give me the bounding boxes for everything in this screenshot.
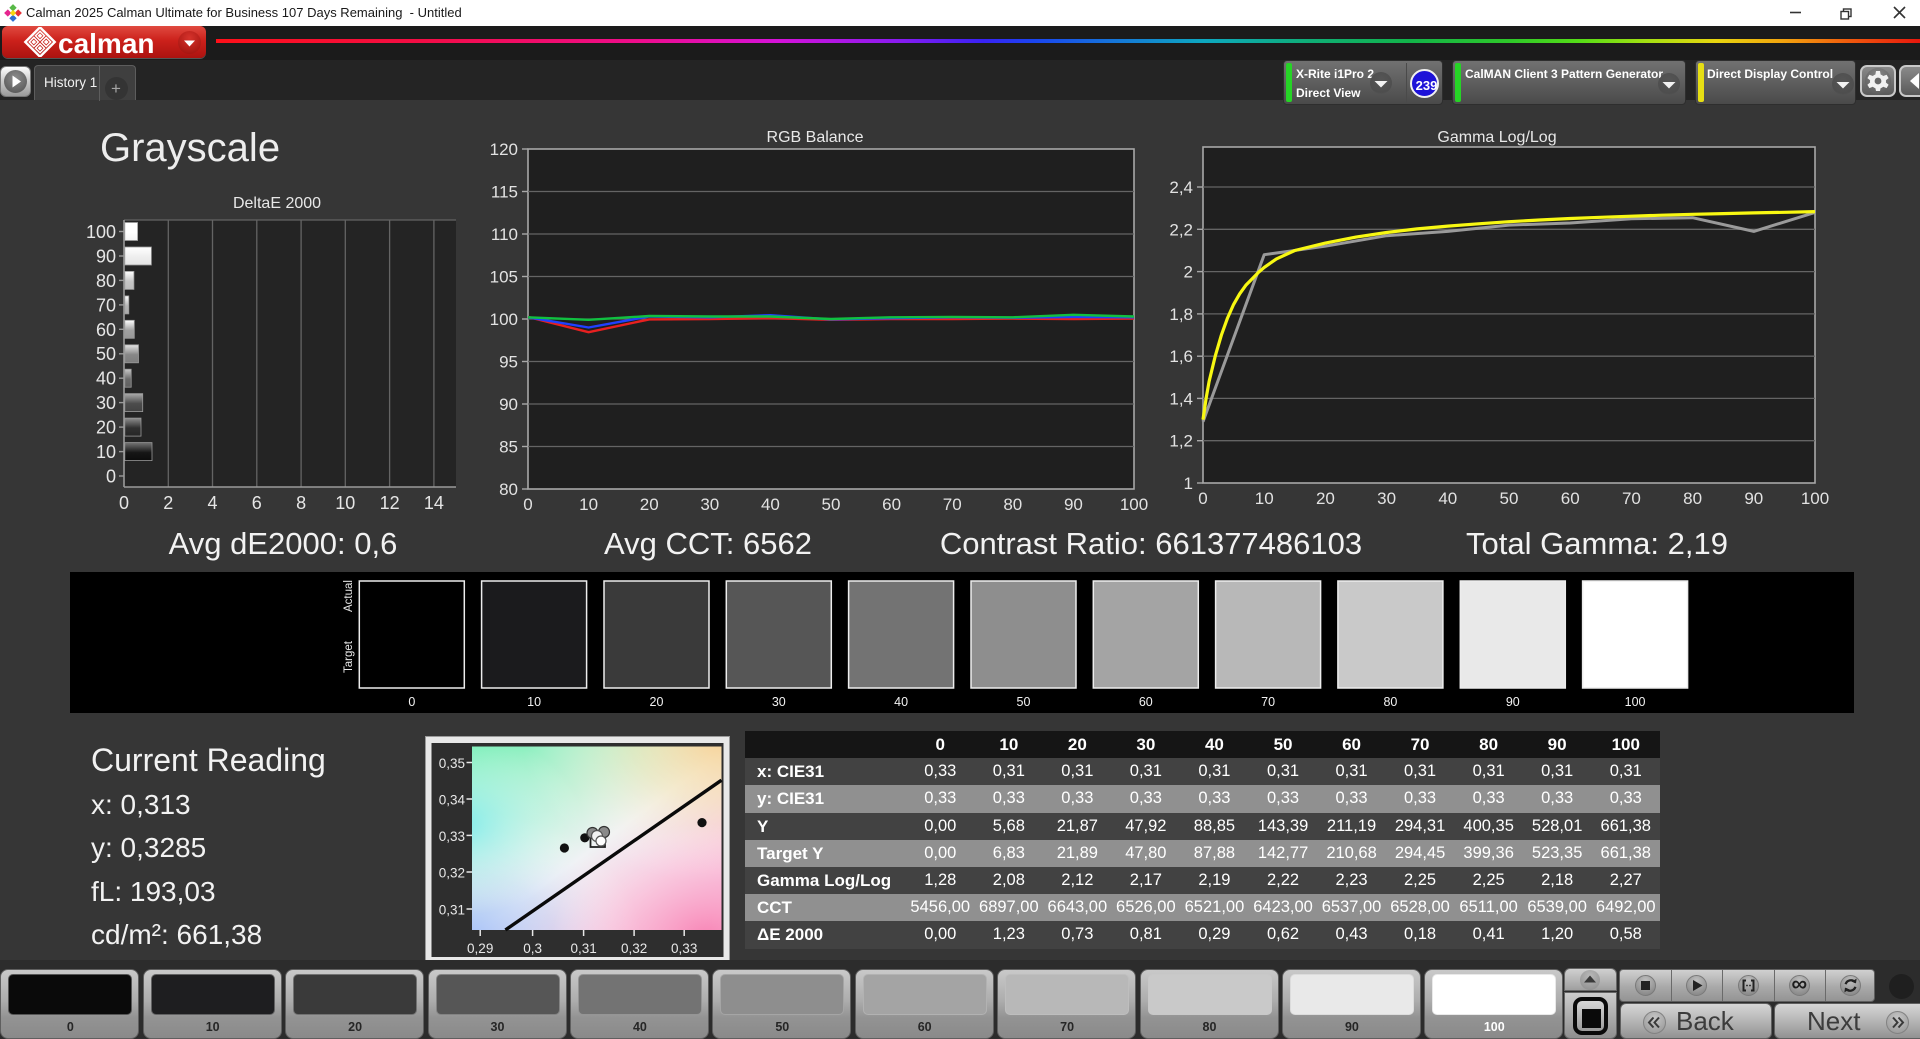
svg-text:2: 2 (1184, 263, 1193, 282)
svg-text:0: 0 (106, 467, 116, 487)
svg-text:60: 60 (882, 495, 901, 514)
svg-text:20: 20 (96, 418, 116, 438)
svg-text:50: 50 (822, 495, 841, 514)
svg-text:80: 80 (499, 480, 518, 499)
svg-text:10: 10 (527, 695, 541, 709)
svg-text:2,4: 2,4 (1169, 178, 1193, 197)
svg-text:RGB Balance: RGB Balance (767, 129, 864, 146)
svg-text:2: 2 (163, 493, 173, 513)
svg-text:0,31: 0,31 (439, 903, 465, 918)
svg-text:1,4: 1,4 (1169, 389, 1193, 408)
svg-text:50: 50 (1017, 695, 1031, 709)
svg-text:DeltaE 2000: DeltaE 2000 (233, 195, 321, 212)
svg-text:0: 0 (408, 695, 415, 709)
svg-text:8: 8 (296, 493, 306, 513)
svg-text:40: 40 (894, 695, 908, 709)
svg-text:100: 100 (1625, 695, 1646, 709)
svg-text:0,32: 0,32 (439, 866, 465, 881)
svg-text:120: 120 (490, 140, 518, 159)
svg-text:2,2: 2,2 (1169, 220, 1193, 239)
svg-text:0,32: 0,32 (621, 941, 647, 956)
svg-text:115: 115 (491, 183, 518, 202)
svg-text:60: 60 (96, 320, 116, 340)
svg-text:0: 0 (119, 493, 129, 513)
svg-text:20: 20 (640, 495, 659, 514)
svg-text:90: 90 (499, 395, 518, 414)
svg-text:100: 100 (490, 310, 518, 329)
svg-text:1,6: 1,6 (1169, 347, 1193, 366)
svg-text:100: 100 (86, 222, 116, 242)
svg-text:30: 30 (772, 695, 786, 709)
svg-text:80: 80 (1383, 695, 1397, 709)
svg-text:0,29: 0,29 (467, 941, 493, 956)
svg-text:1,8: 1,8 (1169, 305, 1193, 324)
svg-text:80: 80 (96, 271, 116, 291)
svg-text:4: 4 (207, 493, 217, 513)
svg-text:0,3: 0,3 (523, 941, 542, 956)
svg-text:Actual: Actual (343, 580, 355, 612)
svg-text:30: 30 (700, 495, 719, 514)
svg-text:0: 0 (523, 495, 532, 514)
svg-text:40: 40 (761, 495, 780, 514)
svg-text:40: 40 (96, 369, 116, 389)
svg-text:10: 10 (579, 495, 598, 514)
svg-text:100: 100 (1801, 489, 1829, 508)
svg-text:6: 6 (252, 493, 262, 513)
svg-text:70: 70 (1261, 695, 1275, 709)
svg-text:90: 90 (1506, 695, 1520, 709)
svg-text:95: 95 (499, 353, 518, 372)
svg-text:1,2: 1,2 (1169, 432, 1193, 451)
svg-text:70: 70 (96, 295, 116, 315)
svg-text:Gamma Log/Log: Gamma Log/Log (1437, 129, 1556, 146)
svg-text:70: 70 (943, 495, 962, 514)
svg-text:90: 90 (1064, 495, 1083, 514)
svg-text:14: 14 (424, 493, 444, 513)
svg-text:40: 40 (1438, 489, 1457, 508)
svg-text:80: 80 (1003, 495, 1022, 514)
svg-text:90: 90 (96, 247, 116, 267)
svg-text:50: 50 (1500, 489, 1519, 508)
svg-text:30: 30 (96, 393, 116, 413)
svg-text:20: 20 (1316, 489, 1335, 508)
svg-text:30: 30 (1377, 489, 1396, 508)
svg-text:100: 100 (1120, 495, 1148, 514)
svg-text:1: 1 (1184, 474, 1193, 493)
svg-text:60: 60 (1561, 489, 1580, 508)
svg-text:0,34: 0,34 (439, 793, 466, 808)
svg-text:0,35: 0,35 (439, 756, 465, 771)
svg-text:0,31: 0,31 (570, 941, 596, 956)
svg-text:10: 10 (335, 493, 355, 513)
svg-text:50: 50 (96, 344, 116, 364)
svg-text:110: 110 (491, 225, 518, 244)
svg-text:70: 70 (1622, 489, 1641, 508)
svg-text:12: 12 (380, 493, 400, 513)
svg-text:60: 60 (1139, 695, 1153, 709)
svg-text:Target: Target (343, 640, 355, 673)
svg-text:10: 10 (96, 442, 116, 462)
svg-text:90: 90 (1744, 489, 1763, 508)
svg-text:0: 0 (1198, 489, 1207, 508)
svg-text:80: 80 (1683, 489, 1702, 508)
svg-text:20: 20 (650, 695, 664, 709)
svg-text:85: 85 (499, 438, 518, 457)
svg-text:0,33: 0,33 (439, 829, 465, 844)
svg-text:10: 10 (1255, 489, 1274, 508)
svg-text:0,33: 0,33 (671, 941, 697, 956)
svg-text:105: 105 (490, 268, 518, 287)
